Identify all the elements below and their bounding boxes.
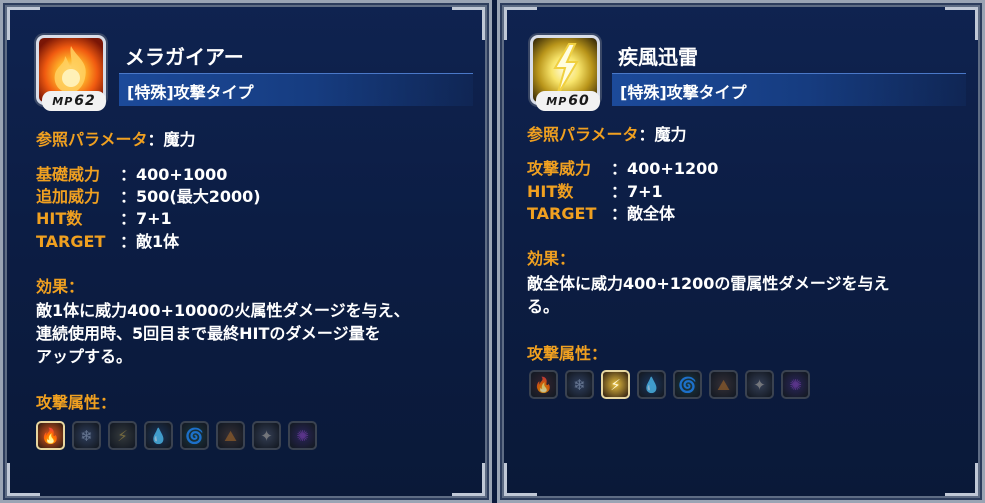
attack-attribute-label: 攻撃属性 bbox=[36, 393, 101, 412]
stat-value: 400+1200 bbox=[627, 159, 719, 178]
stat-value: 敵1体 bbox=[136, 232, 180, 251]
skill-type-bar: [特殊]攻撃タイプ bbox=[612, 73, 966, 106]
stat-label: HIT数 bbox=[36, 209, 83, 228]
stat-row: 攻撃威力 ：400+1200 bbox=[527, 159, 719, 178]
mp-cost-badge: MP62 bbox=[42, 91, 106, 111]
stat-row: TARGET ：敵1体 bbox=[36, 232, 180, 251]
skill-card-shippuu-jinrai: MP60 疾風迅雷 [特殊]攻撃タイプ 参照パラメータ：魔力 攻撃威力 ：400+… bbox=[497, 0, 985, 503]
stat-row: 追加威力 ：500(最大2000) bbox=[36, 187, 261, 206]
skill-name: メラガイアー bbox=[125, 45, 244, 69]
attack-attribute-label: 攻撃属性 bbox=[527, 344, 592, 363]
corner-ornament bbox=[7, 463, 40, 496]
water-icon: 💧 bbox=[637, 370, 666, 399]
stat-row: 基礎威力 ：400+1000 bbox=[36, 165, 228, 184]
effect-line: 敵全体に威力400+1200の雷属性ダメージを与え bbox=[527, 274, 890, 293]
stat-row: TARGET ：敵全体 bbox=[527, 204, 676, 223]
stat-label: 攻撃威力 bbox=[527, 159, 592, 178]
skill-type: [特殊]攻撃タイプ bbox=[127, 83, 254, 102]
fire-icon: 🔥 bbox=[529, 370, 558, 399]
stat-value: 400+1000 bbox=[136, 165, 228, 184]
corner-ornament bbox=[504, 463, 537, 496]
effect-description: 敵1体に威力400+1000の火属性ダメージを与え、 連続使用時、5回目まで最終… bbox=[36, 299, 476, 368]
effect-line: 連続使用時、5回目まで最終HITのダメージ量を bbox=[36, 324, 381, 343]
effect-label: 効果 bbox=[527, 249, 560, 268]
attribute-icon-list: 🔥 ❄ ⚡ 💧 🌀 ⛰ ✦ ✺ bbox=[36, 421, 317, 450]
thunder-icon: ⚡ bbox=[108, 421, 137, 450]
skill-icon: MP60 bbox=[530, 35, 602, 113]
stat-label: TARGET bbox=[527, 204, 597, 223]
mp-cost-badge: MP60 bbox=[536, 91, 600, 111]
corner-ornament bbox=[452, 463, 485, 496]
light-icon: ✦ bbox=[745, 370, 774, 399]
effect-line: アップする。 bbox=[36, 347, 133, 366]
skill-card-mera-gaiaa: MP62 メラガイアー [特殊]攻撃タイプ 参照パラメータ：魔力 基礎威力 ：40… bbox=[0, 0, 492, 503]
water-icon: 💧 bbox=[144, 421, 173, 450]
stat-label: 追加威力 bbox=[36, 187, 101, 206]
effect-line: 敵1体に威力400+1000の火属性ダメージを与え、 bbox=[36, 301, 410, 320]
reference-parameter-value: 魔力 bbox=[654, 125, 687, 144]
dark-icon: ✺ bbox=[781, 370, 810, 399]
reference-parameter-value: 魔力 bbox=[163, 130, 196, 149]
stat-value: 7+1 bbox=[627, 182, 663, 201]
effect-line: る。 bbox=[527, 297, 560, 316]
effect-description: 敵全体に威力400+1200の雷属性ダメージを与え る。 bbox=[527, 272, 957, 318]
earth-icon: ⛰ bbox=[709, 370, 738, 399]
fire-icon: 🔥 bbox=[36, 421, 65, 450]
wind-icon: 🌀 bbox=[673, 370, 702, 399]
stat-row: HIT数 ：7+1 bbox=[527, 182, 663, 201]
effect-label: 効果 bbox=[36, 277, 69, 296]
stat-value: 敵全体 bbox=[627, 204, 676, 223]
thunder-icon: ⚡ bbox=[601, 370, 630, 399]
dark-icon: ✺ bbox=[288, 421, 317, 450]
ice-icon: ❄ bbox=[565, 370, 594, 399]
ice-icon: ❄ bbox=[72, 421, 101, 450]
stat-value: 500(最大2000) bbox=[136, 187, 261, 206]
corner-ornament bbox=[452, 7, 485, 40]
attribute-icon-list: 🔥 ❄ ⚡ 💧 🌀 ⛰ ✦ ✺ bbox=[529, 370, 810, 399]
reference-parameter-row: 参照パラメータ：魔力 bbox=[36, 130, 196, 149]
corner-ornament bbox=[945, 7, 978, 40]
reference-parameter-label: 参照パラメータ bbox=[36, 130, 148, 149]
wind-icon: 🌀 bbox=[180, 421, 209, 450]
skill-type: [特殊]攻撃タイプ bbox=[620, 83, 747, 102]
reference-parameter-label: 参照パラメータ bbox=[527, 125, 639, 144]
skill-type-bar: [特殊]攻撃タイプ bbox=[119, 73, 473, 106]
earth-icon: ⛰ bbox=[216, 421, 245, 450]
effect-heading: 効果： bbox=[36, 277, 85, 296]
stat-row: HIT数 ：7+1 bbox=[36, 209, 172, 228]
skill-icon: MP62 bbox=[36, 35, 108, 113]
stat-value: 7+1 bbox=[136, 209, 172, 228]
attack-attribute-heading: 攻撃属性： bbox=[36, 393, 117, 412]
stat-label: TARGET bbox=[36, 232, 106, 251]
light-icon: ✦ bbox=[252, 421, 281, 450]
skill-name: 疾風迅雷 bbox=[618, 45, 698, 69]
reference-parameter-row: 参照パラメータ：魔力 bbox=[527, 125, 687, 144]
stat-label: HIT数 bbox=[527, 182, 574, 201]
corner-ornament bbox=[945, 463, 978, 496]
effect-heading: 効果： bbox=[527, 249, 576, 268]
stat-label: 基礎威力 bbox=[36, 165, 101, 184]
attack-attribute-heading: 攻撃属性： bbox=[527, 344, 608, 363]
